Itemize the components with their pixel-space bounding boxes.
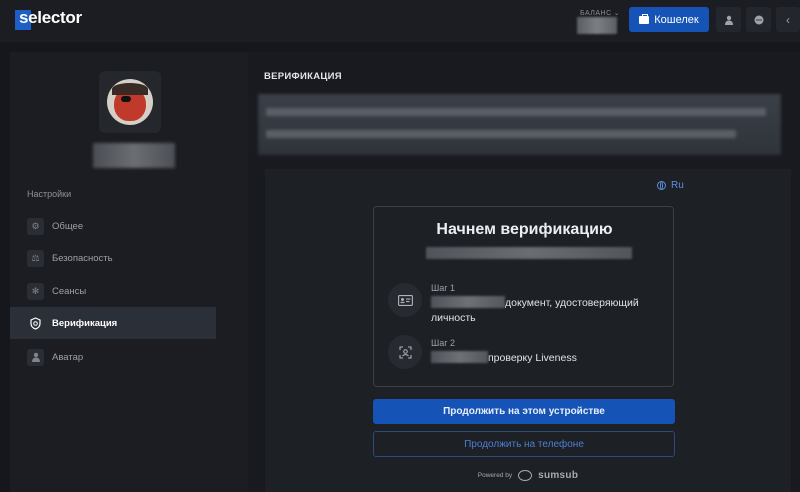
balance-dropdown[interactable]: БАЛАНС ⌄ [580, 9, 621, 18]
sidebar-item-label: Общее [52, 220, 84, 232]
chat-button[interactable] [746, 7, 771, 32]
username-redacted [93, 143, 175, 168]
sidebar-item-label: Верификация [52, 317, 118, 329]
language-selector[interactable]: Ru [657, 180, 684, 191]
avatar [99, 71, 161, 133]
step-1-text: документ, удостоверяющий личность [431, 296, 661, 326]
sidebar-item-label: Аватар [52, 351, 84, 363]
user-icon [724, 15, 733, 25]
step-2-description: проверку Liveness [488, 352, 577, 364]
briefcase-icon [639, 13, 650, 24]
chat-icon [754, 15, 763, 24]
verification-panel: ВЕРИФИКАЦИЯ Ru Начнем верификацию Шаг 1 … [248, 52, 800, 492]
sumsub-logo-icon [518, 470, 533, 481]
profile-sidebar: Настройки ⚙ Общее ⚖ Безопасность ✻ Сеанс… [10, 52, 248, 492]
sidebar-item-label: Сеансы [52, 285, 87, 297]
gear-icon: ⚙ [27, 217, 44, 235]
step-1-redacted-verb [431, 296, 505, 308]
chevron-down-icon: ⌄ [613, 10, 621, 17]
step-1-label: Шаг 1 [431, 283, 456, 293]
balance-label: БАЛАНС [580, 9, 612, 17]
language-label: Ru [671, 180, 684, 191]
sidebar-item-sessions[interactable]: ✻ Сеансы [10, 275, 216, 307]
sidebar-item-general[interactable]: ⚙ Общее [10, 210, 216, 242]
avatar-image [107, 79, 153, 125]
step-2-label: Шаг 2 [431, 338, 456, 348]
step-2-redacted-verb [431, 351, 488, 363]
notice-redacted [258, 94, 781, 155]
globe-icon [657, 181, 666, 190]
settings-heading: Настройки [27, 189, 72, 199]
continue-on-phone-button[interactable]: Продолжить на телефоне [373, 431, 675, 457]
verification-card: Начнем верификацию Шаг 1 документ, удост… [373, 206, 674, 387]
powered-by-label: Powered by [477, 472, 513, 479]
shield-icon [27, 315, 44, 332]
card-subtitle-redacted [426, 247, 632, 259]
collapse-button[interactable]: ‹ [776, 7, 800, 32]
sidebar-item-verification[interactable]: Верификация [10, 307, 216, 339]
logo-text: selector [19, 8, 82, 27]
sidebar-item-label: Безопасность [52, 252, 113, 264]
continue-on-device-button[interactable]: Продолжить на этом устройстве [373, 399, 675, 424]
profile-button[interactable] [716, 7, 741, 32]
wallet-button[interactable]: Кошелек [629, 7, 709, 32]
page-title: ВЕРИФИКАЦИЯ [264, 71, 342, 82]
card-title: Начнем верификацию [436, 221, 613, 238]
wallet-button-label: Кошелек [654, 13, 699, 26]
logo[interactable]: selector [15, 6, 82, 30]
user-icon [27, 348, 44, 366]
balance-value-redacted [577, 17, 617, 34]
chevron-left-icon: ‹ [786, 12, 790, 27]
powered-by-sumsub[interactable]: Powered by sumsub [265, 470, 791, 481]
sidebar-item-security[interactable]: ⚖ Безопасность [10, 242, 216, 274]
step-2-text: проверку Liveness [431, 351, 661, 366]
scales-icon: ⚖ [27, 249, 44, 267]
provider-name: sumsub [538, 470, 579, 481]
sumsub-widget: Ru Начнем верификацию Шаг 1 документ, уд… [265, 169, 791, 492]
sessions-icon: ✻ [27, 282, 44, 300]
id-card-icon [388, 283, 422, 317]
top-bar: selector БАЛАНС ⌄ Кошелек ‹ [0, 0, 800, 42]
sidebar-item-avatar[interactable]: Аватар [10, 341, 216, 373]
face-scan-icon [388, 335, 422, 369]
